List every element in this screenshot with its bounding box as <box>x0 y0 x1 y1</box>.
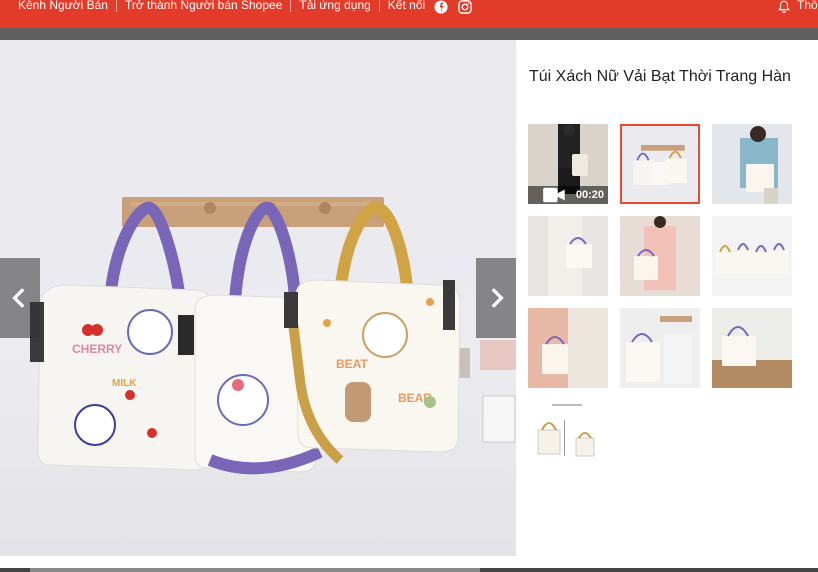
thumbnail-video[interactable]: 00:20 <box>528 124 608 204</box>
top-nav-links: Kênh Người Bán Trở thành Người bán Shope… <box>18 0 473 14</box>
instagram-icon[interactable] <box>457 0 473 14</box>
seller-channel-link[interactable]: Kênh Người Bán <box>18 0 108 11</box>
bell-icon[interactable] <box>776 0 792 14</box>
svg-text:BEAT: BEAT <box>336 357 368 371</box>
download-app-link[interactable]: Tải ứng dụng <box>299 0 370 11</box>
thumbnail-image <box>712 124 792 204</box>
previous-image-button[interactable] <box>0 258 40 338</box>
product-title: Túi Xách Nữ Vải Bạt Thời Trang Hàn <box>529 68 791 85</box>
divider <box>115 0 117 12</box>
divider <box>378 0 380 12</box>
notifications-label[interactable]: Thô <box>797 0 818 11</box>
horizontal-scrollbar-thumb[interactable] <box>30 568 480 572</box>
thumbnail-10[interactable] <box>528 400 608 480</box>
thumbnail-image <box>528 216 608 296</box>
facebook-icon[interactable] <box>433 0 449 14</box>
thumbnail-9[interactable] <box>712 308 792 388</box>
become-seller-link[interactable]: Trở thành Người bán Shopee <box>125 0 282 11</box>
thumbnail-3[interactable] <box>712 124 792 204</box>
video-camera-icon <box>543 187 565 203</box>
chevron-right-icon <box>491 288 504 308</box>
thumbnail-image <box>712 308 792 388</box>
top-navbar: Kênh Người Bán Trở thành Người bán Shope… <box>0 0 818 28</box>
video-duration: 00:20 <box>575 189 604 201</box>
product-gallery-panel: CHERRY MILK BEAT BEAR Túi Xách Nữ Vải Bạ… <box>0 40 818 568</box>
chevron-left-icon <box>12 288 25 308</box>
thumbnail-7[interactable] <box>528 308 608 388</box>
thumbnail-image <box>620 308 700 388</box>
tote-bags-illustration: CHERRY MILK BEAT BEAR <box>30 197 516 475</box>
divider <box>290 0 292 12</box>
thumbnail-4[interactable] <box>528 216 608 296</box>
thumbnail-2[interactable] <box>620 124 700 204</box>
svg-text:CHERRY: CHERRY <box>72 342 122 356</box>
connect-label: Kết nối <box>387 0 426 12</box>
thumbnail-image <box>620 216 700 296</box>
thumbnail-6[interactable] <box>712 216 792 296</box>
main-product-image[interactable]: CHERRY MILK BEAT BEAR <box>0 40 516 556</box>
thumbnail-image <box>622 126 698 202</box>
svg-text:MILK: MILK <box>112 378 137 389</box>
thumbnail-image <box>528 308 608 388</box>
thumbnail-5[interactable] <box>620 216 700 296</box>
thumbnail-image <box>528 400 608 480</box>
next-image-button[interactable] <box>476 258 516 338</box>
thumbnail-8[interactable] <box>620 308 700 388</box>
video-duration-bar: 00:20 <box>528 186 608 204</box>
thumbnail-image <box>712 216 792 296</box>
